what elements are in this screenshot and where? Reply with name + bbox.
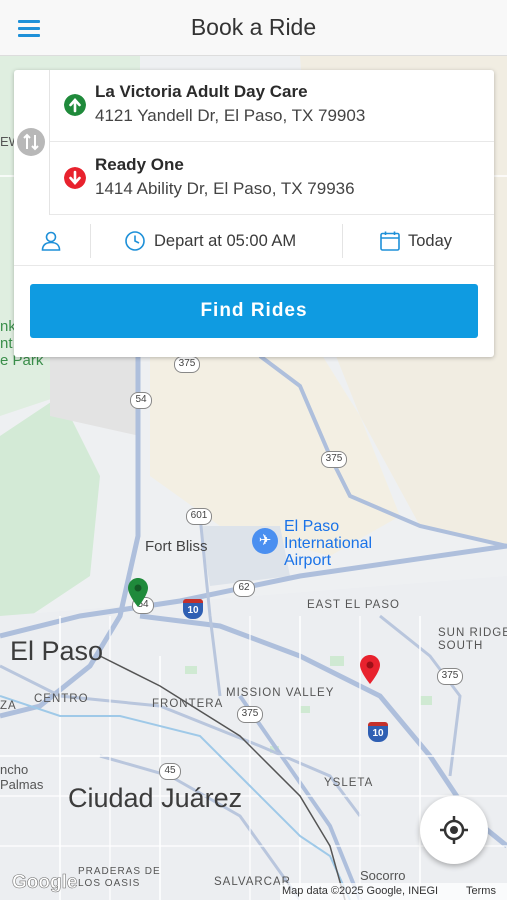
map-label-mission-valley: MISSION VALLEY [226,687,335,699]
map-label-el-paso: El Paso [10,636,104,666]
route-shield: 375 [437,668,463,685]
date-selector[interactable]: Today [343,216,494,266]
map-label-frontera: FRONTERA [152,698,224,710]
my-location-button[interactable] [420,796,488,864]
trip-options-row: Depart at 05:00 AM Today [14,216,494,266]
map-label-socorro: Socorro [360,868,406,883]
map-label-fort-bliss: Fort Bliss [145,538,208,555]
clock-icon [125,231,145,251]
origin-address: 4121 Yandell Dr, El Paso, TX 79903 [95,106,366,125]
map-label-za: ZA [0,700,17,712]
booking-card: La Victoria Adult Day Care 4121 Yandell … [14,70,494,357]
depart-time-label: Depart at 05:00 AM [154,232,297,250]
destination-arrow-down-icon [64,167,86,189]
depart-time-selector[interactable]: Depart at 05:00 AM [91,216,342,266]
interstate-shield: 10 [368,722,388,742]
origin-map-marker-icon[interactable] [127,577,149,609]
swap-locations-icon[interactable] [17,128,45,156]
map-label-airport: El Paso International Airport [284,518,373,569]
destination-map-marker-icon[interactable] [359,654,381,686]
route-shield: 375 [237,706,263,723]
interstate-shield: 10 [183,599,203,619]
rider-selector[interactable] [14,216,90,266]
map-label-ciudad-juarez: Ciudad Juárez [68,783,243,813]
date-label: Today [408,232,453,250]
destination-address: 1414 Ability Dr, El Paso, TX 79936 [95,179,355,198]
origin-arrow-up-icon [64,94,86,116]
app-header: Book a Ride [0,0,507,56]
route-shield: 375 [321,451,347,468]
map-label-centro: CENTRO [34,693,89,705]
origin-name: La Victoria Adult Day Care [95,82,308,101]
route-shield: 45 [159,763,181,780]
calendar-icon [380,231,400,251]
airport-icon: ✈ [252,528,278,554]
page-title: Book a Ride [190,14,317,40]
map-label-ysleta: YSLETA [324,777,374,789]
route-shield: 62 [233,580,255,597]
destination-name: Ready One [95,155,184,174]
crosshair-location-icon [440,816,468,844]
destination-location[interactable]: Ready One 1414 Ability Dr, El Paso, TX 7… [50,143,494,215]
map-label-rancho: ncho Palmas [0,762,44,792]
route-shield: 601 [186,508,212,525]
find-rides-button[interactable]: Find Rides [30,284,478,338]
person-icon [41,231,61,251]
terms-link[interactable]: Terms [466,885,496,897]
map-label-east-el-paso: EAST EL PASO [307,599,400,611]
google-logo: Google [12,872,78,894]
route-shield: 375 [174,356,200,373]
map-label-praderas: PRADERAS DE LOS OASIS [78,866,161,889]
map-data-credit: Map data ©2025 Google, INEGI [282,885,439,897]
map-label-sun-ridge: SUN RIDGE SOUTH [438,627,507,652]
swap-column [14,70,50,215]
map-attribution: Map data ©2025 Google, INEGI Terms [280,883,507,900]
origin-location[interactable]: La Victoria Adult Day Care 4121 Yandell … [50,70,494,142]
route-shield: 54 [130,392,152,409]
